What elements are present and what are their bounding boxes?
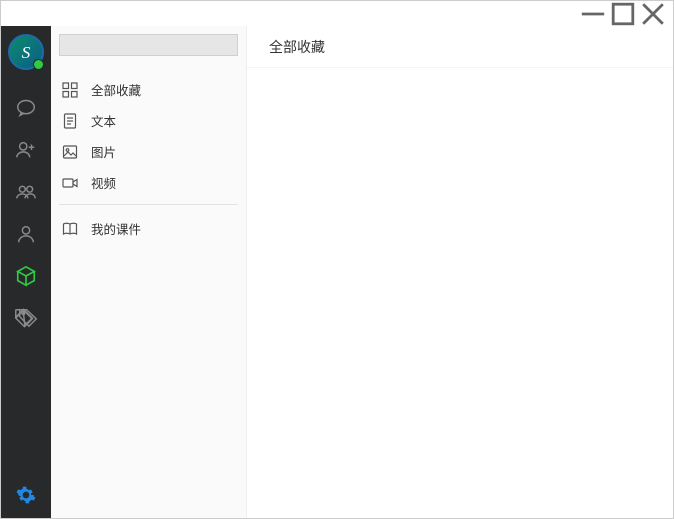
search-input[interactable]: [59, 34, 238, 56]
close-button[interactable]: [639, 4, 667, 24]
chat-bubble-icon: [15, 97, 37, 122]
favorites-menu: 全部收藏 文本 图片: [59, 74, 238, 244]
side-panel: 全部收藏 文本 图片: [51, 26, 247, 518]
menu-text[interactable]: 文本: [59, 105, 238, 136]
app-window: S: [0, 0, 674, 519]
avatar[interactable]: S: [8, 34, 44, 70]
gear-icon: [16, 485, 36, 508]
menu-item-label: 全部收藏: [91, 80, 141, 99]
menu-divider: [59, 204, 238, 205]
menu-item-label: 我的课件: [91, 219, 141, 238]
minimize-button[interactable]: [579, 4, 607, 24]
document-icon: [61, 112, 79, 130]
cube-icon: [15, 265, 37, 290]
rail-cube[interactable]: [1, 256, 51, 298]
menu-all-favorites[interactable]: 全部收藏: [59, 74, 238, 105]
menu-my-courseware[interactable]: 我的课件: [59, 213, 238, 244]
menu-item-label: 图片: [91, 142, 116, 161]
content-area: 全部收藏: [247, 26, 673, 518]
titlebar: [1, 1, 673, 26]
app-body: S: [1, 26, 673, 518]
menu-image[interactable]: 图片: [59, 136, 238, 167]
group-icon: [15, 181, 37, 206]
menu-item-label: 文本: [91, 111, 116, 130]
rail-chat[interactable]: [1, 88, 51, 130]
menu-item-label: 视频: [91, 173, 116, 192]
nav-rail: S: [1, 26, 51, 518]
rail-contact-add[interactable]: [1, 130, 51, 172]
book-icon: [61, 220, 79, 238]
rail-person[interactable]: [1, 214, 51, 256]
grid-icon: [61, 81, 79, 99]
tag-icon: [13, 307, 39, 332]
menu-video[interactable]: 视频: [59, 167, 238, 198]
svg-text:S: S: [22, 43, 31, 62]
content-title: 全部收藏: [247, 26, 673, 68]
rail-group[interactable]: [1, 172, 51, 214]
maximize-button[interactable]: [609, 4, 637, 24]
contact-add-icon: [15, 139, 37, 164]
rail-tag[interactable]: [1, 298, 51, 340]
person-icon: [15, 223, 37, 248]
rail-settings[interactable]: [1, 474, 51, 518]
content-body[interactable]: [247, 68, 673, 518]
video-icon: [61, 174, 79, 192]
image-icon: [61, 143, 79, 161]
status-online-icon: [33, 59, 44, 70]
